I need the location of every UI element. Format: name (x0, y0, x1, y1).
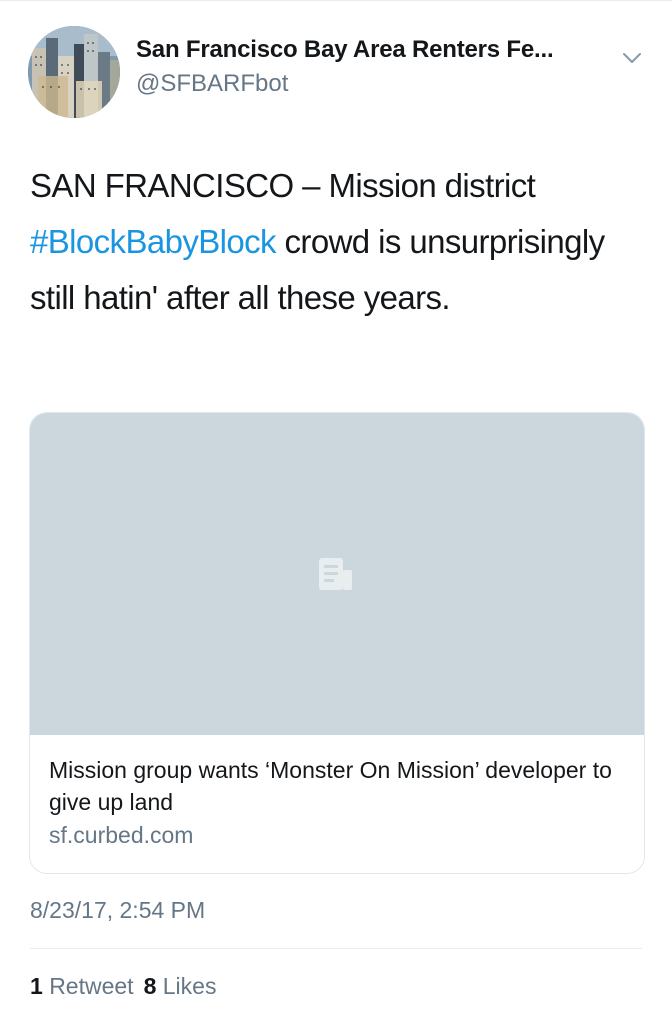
avatar-cityscape-image (28, 26, 120, 118)
card-image-placeholder (30, 413, 644, 735)
tweet-text: SAN FRANCISCO – Mission district #BlockB… (30, 158, 642, 326)
retweets-label: Retweet (49, 973, 134, 999)
card-title: Mission group wants ‘Monster On Mission’… (49, 757, 612, 815)
likes-stat[interactable]: 8 Likes (144, 973, 217, 999)
card-domain: sf.curbed.com (49, 822, 194, 848)
retweets-stat[interactable]: 1 Retweet (30, 973, 134, 999)
tweet-timestamp: 8/23/17, 2:54 PM (30, 897, 206, 923)
author-display-name[interactable]: San Francisco Bay Area Renters Fe... (136, 36, 554, 64)
document-icon (316, 556, 360, 597)
chevron-down-icon[interactable] (620, 46, 644, 70)
avatar[interactable] (28, 26, 120, 118)
engagement-stats: 1 Retweet 8 Likes (30, 973, 216, 1000)
link-card[interactable]: Mission group wants ‘Monster On Mission’… (29, 412, 645, 874)
likes-label: Likes (162, 973, 217, 999)
likes-count: 8 (143, 973, 157, 999)
hashtag-link[interactable]: #BlockBabyBlock (30, 223, 277, 260)
retweets-count: 1 (30, 973, 43, 999)
tweet-text-part: SAN FRANCISCO – Mission district (30, 167, 536, 204)
author-handle[interactable]: @SFBARFbot (136, 70, 288, 98)
top-divider (0, 0, 672, 1)
stats-divider (30, 948, 642, 949)
